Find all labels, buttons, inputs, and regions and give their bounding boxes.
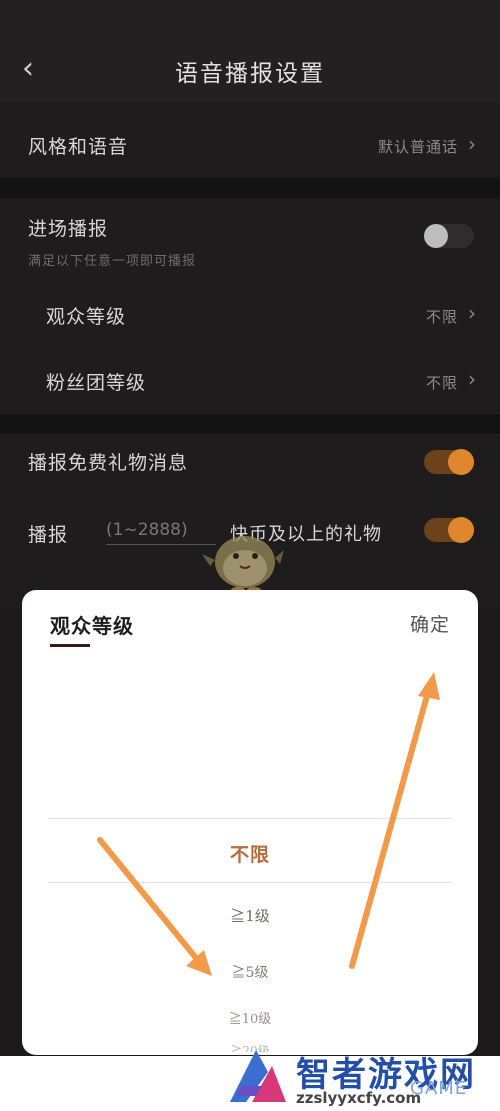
fan-club-level-label: 粉丝团等级 [46,372,147,394]
status-bar [0,0,500,40]
style-voice-row[interactable]: 风格和语音 默认普通话 › [0,102,500,178]
audience-level-value: 不限 [425,308,458,326]
nav-header: ‹ 语音播报设置 [0,40,500,102]
confirm-button[interactable]: 确定 [410,610,450,637]
chevron-right-icon: › [468,367,476,391]
fan-club-level-value: 不限 [425,374,458,392]
chevron-right-icon: › [468,132,476,156]
audience-level-picker-sheet: 观众等级 确定 不限 ≧1级 ≧5级 ≧10级 ≧20级 [22,590,478,1055]
section-divider [0,178,500,198]
free-gift-row: 播报免费礼物消息 [0,434,500,498]
picker-selection-line-top [48,818,452,819]
site-logo-icon [230,1050,286,1102]
picker-option[interactable]: 不限 [22,840,478,867]
toggle-knob [424,224,448,248]
picker-option[interactable]: ≧1级 [22,905,478,926]
title-underline [50,644,90,647]
style-voice-value: 默认普通话 [377,138,458,156]
audience-level-label: 观众等级 [46,306,127,328]
chevron-right-icon: › [468,301,476,325]
entry-broadcast-hint: 满足以下任意一项即可播报 [28,254,197,269]
gift-threshold-label: 播报 [28,524,69,546]
mascot-watermark-icon [202,536,284,593]
picker-selection-line-bottom [48,882,452,883]
section-divider [0,414,500,434]
entry-broadcast-row: 进场播报 满足以下任意一项即可播报 [0,198,500,282]
gift-threshold-toggle[interactable] [424,517,474,543]
toggle-knob [448,517,474,543]
free-gift-label: 播报免费礼物消息 [28,452,189,474]
entry-broadcast-toggle[interactable] [424,224,474,248]
picker-option[interactable]: ≧10级 [22,1008,478,1027]
style-voice-label: 风格和语音 [28,136,129,158]
audience-level-row[interactable]: 观众等级 不限 › [0,282,500,348]
site-watermark-url: zzslyyxcfy.com [296,1089,422,1107]
entry-broadcast-label: 进场播报 [28,218,109,240]
free-gift-toggle[interactable] [424,449,474,475]
fan-club-level-row[interactable]: 粉丝团等级 不限 › [0,348,500,414]
sheet-title: 观众等级 [50,614,134,638]
picker-option[interactable]: ≧5级 [22,962,478,982]
toggle-knob [448,449,474,475]
page-title: 语音播报设置 [175,61,325,87]
